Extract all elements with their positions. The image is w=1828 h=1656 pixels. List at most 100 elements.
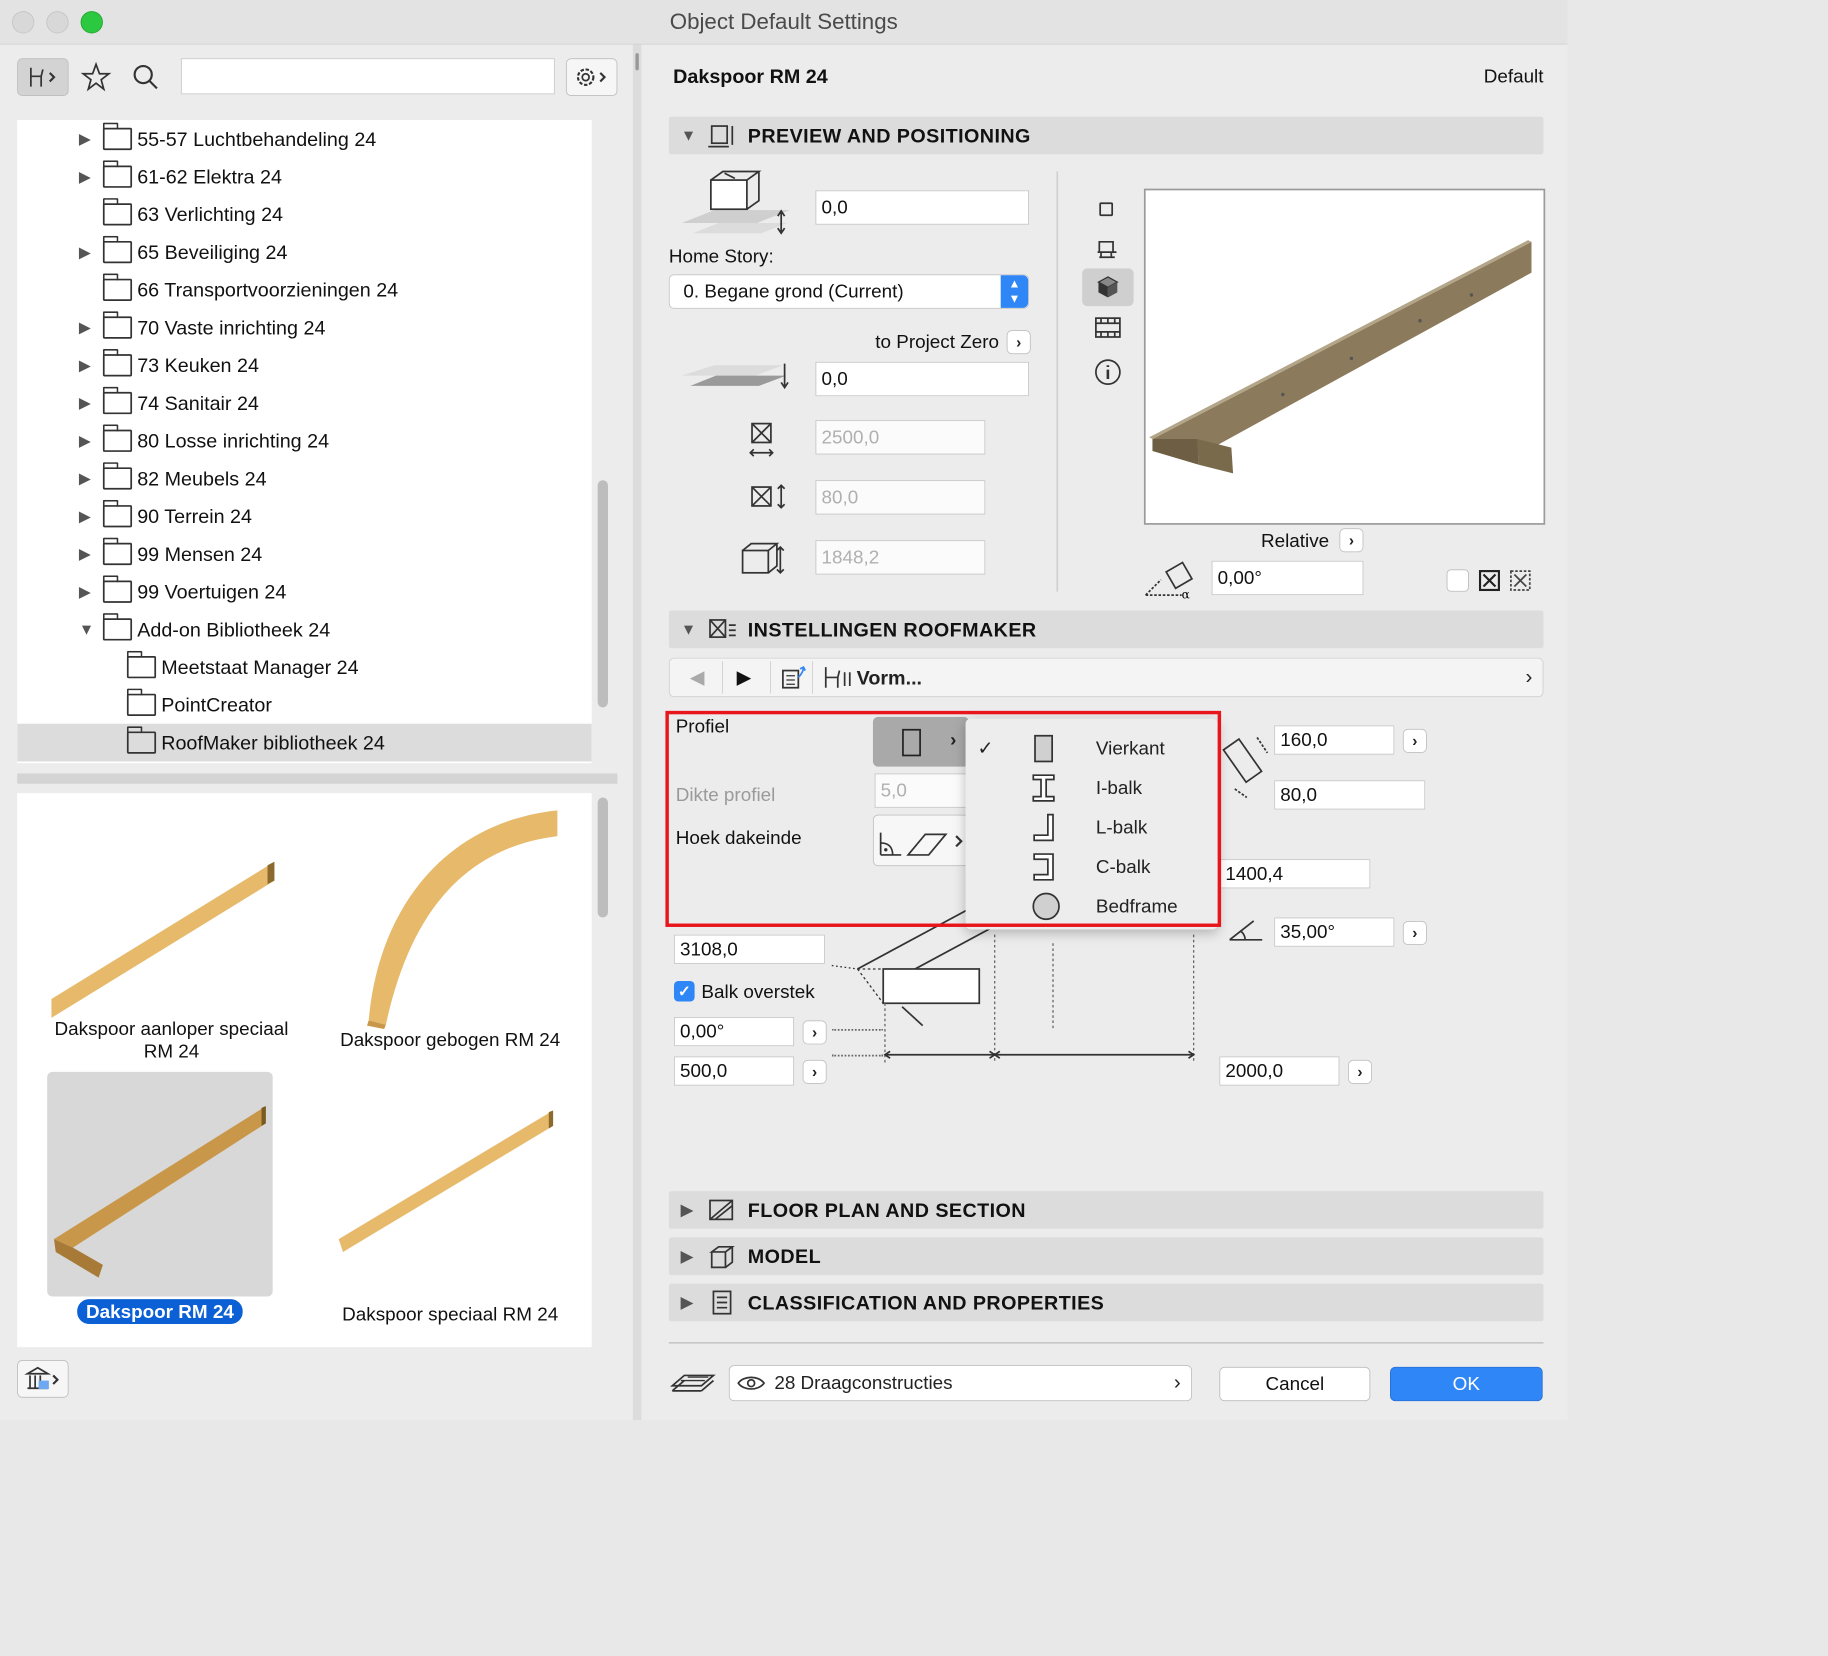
tree-row[interactable]: ▼ Add-on Bibliotheek 24: [17, 611, 592, 649]
disclosure-triangle-closed-icon[interactable]: ▶: [79, 545, 96, 563]
profile-height-button[interactable]: ›: [1402, 728, 1427, 753]
gallery-label-dakspoor-aanloper: Dakspoor aanloper speciaal RM 24: [54, 1017, 289, 1062]
length-1400-input[interactable]: 1400,4: [1219, 859, 1371, 889]
tree-row[interactable]: Meetstaat Manager 24: [17, 648, 592, 686]
disclosure-triangle-closed-icon[interactable]: ▶: [79, 319, 96, 337]
tree-row[interactable]: ▶ 70 Vaste inrichting 24: [17, 309, 592, 347]
tree-row[interactable]: PointCreator: [17, 686, 592, 724]
3d-cube-icon: [1097, 276, 1119, 298]
disclosure-triangle-closed-icon[interactable]: ▶: [79, 583, 96, 601]
beam-3d-preview: [1149, 240, 1532, 474]
search-icon[interactable]: [130, 62, 161, 93]
3d-preview-window[interactable]: [1143, 188, 1546, 525]
project-zero-input[interactable]: 0,0: [815, 361, 1029, 397]
tree-row[interactable]: ▶ 90 Terrein 24: [17, 497, 592, 535]
box-cross-icon[interactable]: [1478, 569, 1500, 592]
roof-pitch-button[interactable]: ›: [1402, 920, 1427, 945]
tree-row[interactable]: ▶ 61-62 Elektra 24: [17, 158, 592, 196]
preview-side-view-icon[interactable]: [1096, 240, 1118, 261]
favorites-star-icon[interactable]: [80, 61, 112, 93]
depth-input[interactable]: 1848,2: [815, 540, 986, 575]
beam-length-2000-input[interactable]: 2000,0: [1219, 1056, 1340, 1086]
section-model[interactable]: ▶ MODEL: [668, 1237, 1544, 1276]
tree-row[interactable]: ▶ 55-57 Luchtbehandeling 24: [17, 120, 592, 158]
disclosure-triangle-closed-icon[interactable]: ▶: [79, 507, 96, 525]
disclosure-triangle-closed-icon[interactable]: ▶: [79, 356, 96, 374]
section-instellingen-roofmaker[interactable]: ▼ INSTELLINGEN ROOFMAKER: [668, 610, 1544, 649]
cancel-button[interactable]: Cancel: [1219, 1366, 1371, 1402]
elevation-input[interactable]: 0,0: [815, 190, 1029, 225]
overstek-angle-input[interactable]: 0,00°: [673, 1016, 795, 1047]
gallery-thumb-dakspoor-aanloper[interactable]: [43, 827, 275, 1018]
preview-2d-symbol-icon[interactable]: [1099, 202, 1114, 217]
curved-beam-thumbnail: [367, 810, 558, 1029]
model-cube-icon: [709, 1245, 735, 1269]
tree-row[interactable]: ▶ 65 Beveiliging 24: [17, 233, 592, 271]
balk-overstek-checkbox[interactable]: ✓: [673, 980, 695, 1002]
disclosure-triangle-closed-icon[interactable]: ▶: [79, 469, 96, 487]
library-search-input[interactable]: [180, 58, 555, 95]
beam-length-2000-button[interactable]: ›: [1347, 1059, 1372, 1084]
previous-page-button[interactable]: ◀: [677, 661, 716, 694]
preview-3d-view-button[interactable]: [1082, 268, 1134, 307]
tree-row[interactable]: ▶ 99 Voertuigen 24: [17, 573, 592, 611]
disclosure-triangle-open-icon[interactable]: ▼: [79, 620, 96, 638]
tree-row[interactable]: RoofMaker bibliotheek 24: [17, 723, 592, 762]
to-project-zero-button[interactable]: ›: [1006, 330, 1031, 355]
library-view-button[interactable]: [17, 58, 69, 97]
overstek-length-button[interactable]: ›: [802, 1059, 827, 1084]
width-input[interactable]: 2500,0: [815, 420, 986, 455]
section-title: FLOOR PLAN AND SECTION: [747, 1198, 1026, 1221]
vertical-separator: [1056, 171, 1059, 592]
gallery-scrollbar-thumb[interactable]: [597, 797, 608, 918]
section-preview-and-positioning[interactable]: ▼ PREVIEW AND POSITIONING: [668, 116, 1544, 155]
profile-width-input[interactable]: 80,0: [1274, 780, 1426, 810]
gallery-thumb-dakspoor-rm24-selected[interactable]: [47, 1071, 273, 1297]
height-input[interactable]: 80,0: [815, 480, 986, 515]
disclosure-triangle-closed-icon[interactable]: ▶: [79, 130, 96, 148]
layer-select[interactable]: 28 Draagconstructies ›: [728, 1365, 1192, 1402]
preview-section-view-icon[interactable]: [1094, 315, 1121, 341]
mirror-checkbox[interactable]: [1446, 569, 1469, 592]
next-page-button[interactable]: ▶: [722, 661, 765, 694]
disclosure-triangle-closed-icon[interactable]: ▶: [79, 168, 96, 186]
rotation-angle-input[interactable]: 0,00°: [1211, 560, 1364, 596]
section-classification-and-properties[interactable]: ▶ CLASSIFICATION AND PROPERTIES: [668, 1283, 1544, 1322]
profile-height-input[interactable]: 160,0: [1274, 725, 1395, 755]
tree-row-label: 80 Losse inrichting 24: [137, 429, 330, 452]
section-floor-plan-and-section[interactable]: ▶ FLOOR PLAN AND SECTION: [668, 1191, 1544, 1229]
page-list-button[interactable]: [770, 661, 813, 694]
tree-row[interactable]: ▶ 73 Keuken 24: [17, 346, 592, 384]
browser-splitter[interactable]: [17, 773, 618, 784]
page-selector-dropdown[interactable]: Vorm... ›: [819, 661, 1539, 694]
tree-row[interactable]: ▶ 82 Meubels 24: [17, 460, 592, 498]
tree-row[interactable]: ▶ 80 Losse inrichting 24: [17, 422, 592, 460]
disclosure-triangle-closed-icon[interactable]: ▶: [79, 243, 96, 261]
tree-scrollbar-thumb[interactable]: [597, 480, 608, 708]
gallery-thumb-dakspoor-speciaal[interactable]: [334, 1102, 566, 1274]
gallery-label-dakspoor-speciaal: Dakspoor speciaal RM 24: [342, 1303, 559, 1325]
library-settings-button[interactable]: [565, 58, 618, 97]
tree-row[interactable]: ▶ 99 Mensen 24: [17, 535, 592, 573]
highlight-annotation-box: [665, 710, 1222, 927]
folder-icon: [102, 575, 133, 603]
roof-pitch-input[interactable]: 35,00°: [1274, 917, 1395, 947]
overstek-length-input[interactable]: 500,0: [673, 1056, 795, 1086]
disclosure-triangle-closed-icon[interactable]: ▶: [79, 394, 96, 412]
relative-button[interactable]: ›: [1339, 528, 1364, 553]
tree-row[interactable]: 63 Verlichting 24: [17, 196, 592, 234]
home-story-value: 0. Begane grond (Current): [683, 280, 904, 302]
tree-row[interactable]: ▶ 74 Sanitair 24: [17, 384, 592, 422]
library-manager-button[interactable]: [17, 1359, 69, 1398]
pane-splitter[interactable]: [632, 44, 642, 1421]
beam-length-3108-input[interactable]: 3108,0: [673, 934, 825, 964]
disclosure-triangle-closed-icon[interactable]: ▶: [79, 432, 96, 450]
info-icon[interactable]: [1094, 358, 1121, 386]
gallery-thumb-dakspoor-gebogen[interactable]: [343, 797, 566, 1029]
dashed-box-cross-icon[interactable]: [1509, 569, 1531, 591]
section-title: CLASSIFICATION AND PROPERTIES: [747, 1290, 1105, 1314]
home-story-select[interactable]: 0. Begane grond (Current) ▲ ▼: [668, 274, 1029, 309]
tree-row[interactable]: 66 Transportvoorzieningen 24: [17, 271, 592, 309]
ok-button[interactable]: OK: [1390, 1366, 1543, 1402]
overstek-angle-button[interactable]: ›: [802, 1020, 827, 1045]
